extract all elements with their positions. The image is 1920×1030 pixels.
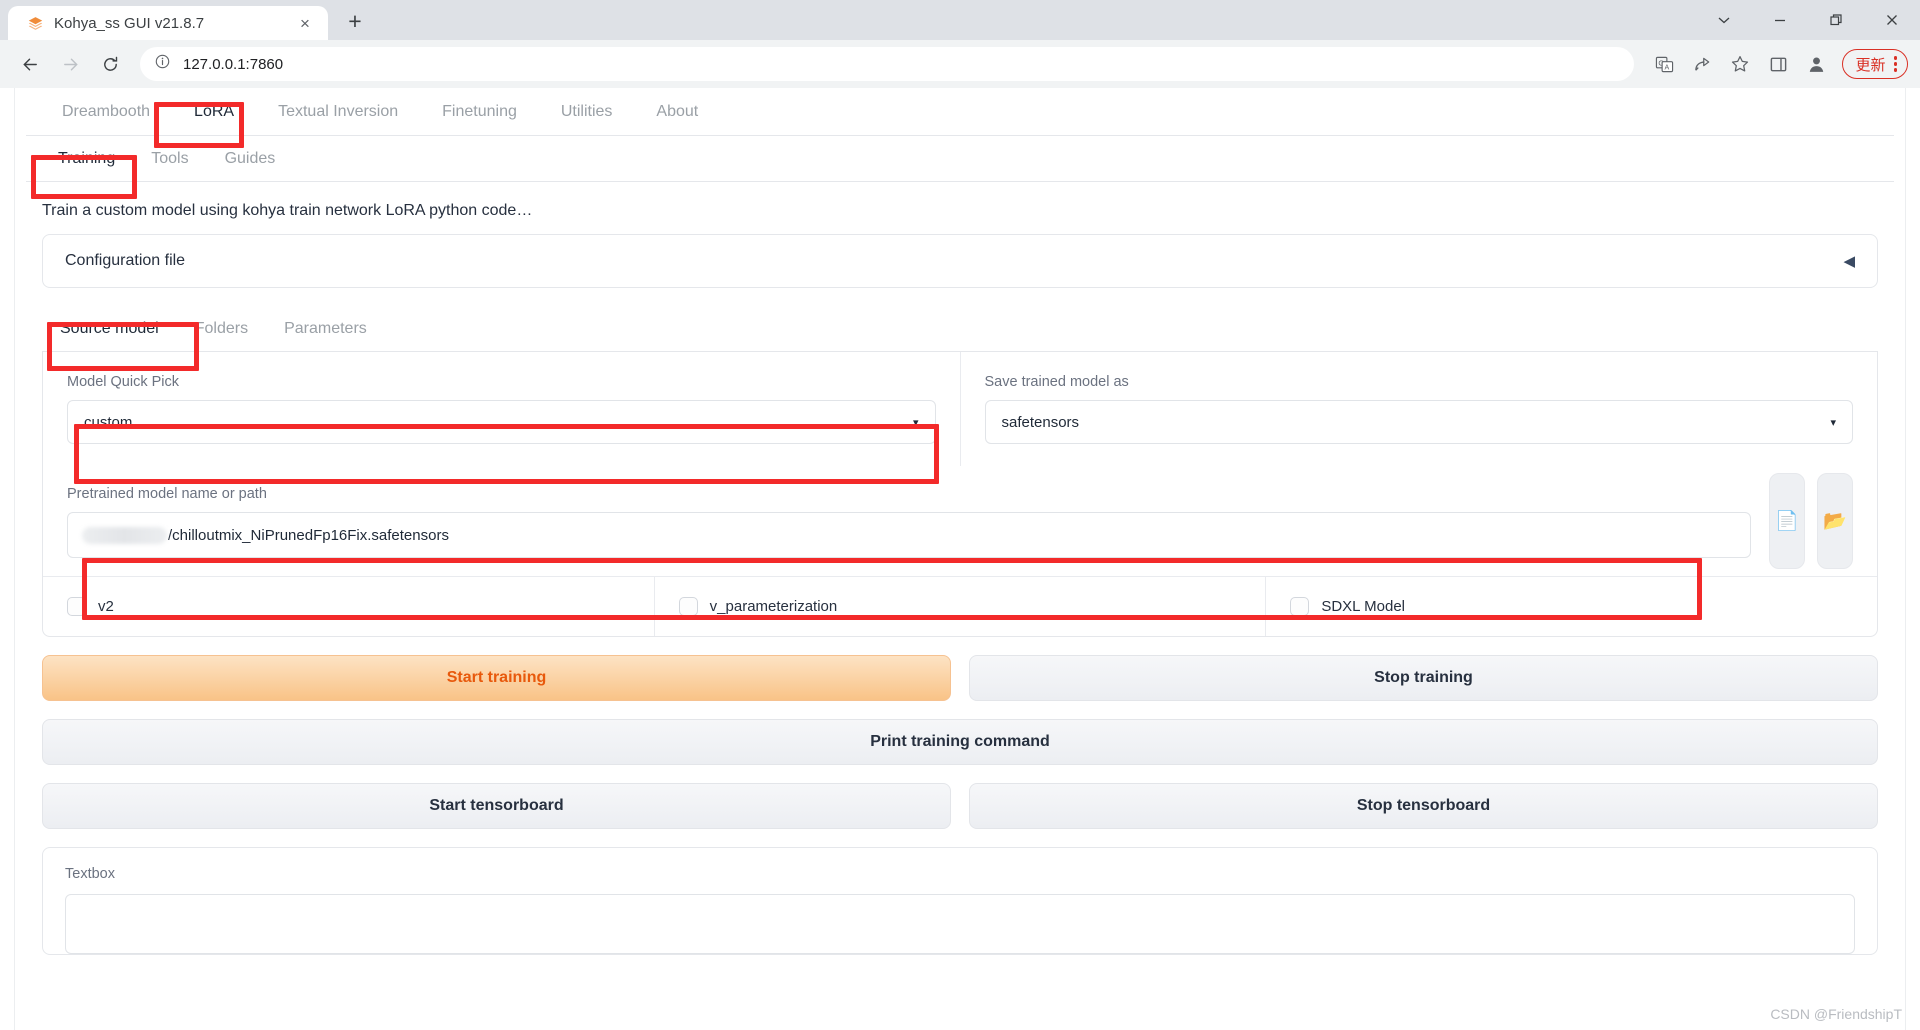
pretrained-model-group: Pretrained model name or path /chilloutm… — [67, 466, 1751, 576]
browser-tab[interactable]: Kohya_ss GUI v21.8.7 × — [8, 6, 328, 40]
checkbox-v2[interactable]: v2 — [43, 577, 654, 636]
forward-icon[interactable] — [52, 46, 88, 82]
source-model-card: Model Quick Pick custom ▾ Save trained m… — [42, 352, 1878, 637]
tab-training[interactable]: Training — [40, 136, 133, 182]
tab-parameters[interactable]: Parameters — [266, 306, 385, 352]
close-icon[interactable] — [1864, 0, 1920, 40]
tab-tools[interactable]: Tools — [133, 136, 206, 182]
textbox-input[interactable] — [65, 894, 1855, 954]
translate-icon[interactable]: G A — [1646, 46, 1682, 82]
checkbox-label: v2 — [98, 598, 114, 615]
browser-tabstrip: Kohya_ss GUI v21.8.7 × + — [0, 0, 1920, 40]
page-viewport: Dreambooth LoRA Textual Inversion Finetu… — [0, 88, 1920, 1030]
print-command-row: Print training command — [42, 719, 1878, 765]
tab-finetuning[interactable]: Finetuning — [420, 88, 539, 136]
checkbox-box[interactable] — [67, 597, 86, 616]
sub-tab-bar: Training Tools Guides — [26, 136, 1894, 182]
training-buttons-row: Start training Stop training — [42, 655, 1878, 701]
textbox-label: Textbox — [65, 866, 115, 882]
document-icon[interactable]: 📄 — [1769, 473, 1805, 569]
tab-textual-inversion[interactable]: Textual Inversion — [256, 88, 420, 136]
kebab-menu-icon[interactable] — [1893, 56, 1897, 72]
model-quick-pick-select[interactable]: custom ▾ — [67, 400, 936, 444]
pretrained-model-value: /chilloutmix_NiPrunedFp16Fix.safetensors — [168, 526, 449, 544]
page-rail-left — [14, 88, 15, 1030]
file-picker-buttons: 📄 📂 — [1751, 466, 1853, 576]
checkbox-label: SDXL Model — [1321, 598, 1405, 615]
checkbox-v-parameterization[interactable]: v_parameterization — [653, 577, 1266, 636]
profile-avatar-icon[interactable] — [1798, 46, 1834, 82]
tab-guides[interactable]: Guides — [207, 136, 294, 182]
accordion-label: Configuration file — [65, 252, 186, 269]
address-bar[interactable]: 127.0.0.1:7860 — [140, 47, 1635, 81]
chevron-down-icon[interactable]: ▾ — [913, 416, 919, 429]
back-icon[interactable] — [12, 46, 48, 82]
folder-icon[interactable]: 📂 — [1817, 473, 1853, 569]
checkbox-sdxl-model[interactable]: SDXL Model — [1265, 577, 1877, 636]
svg-text:A: A — [1664, 63, 1669, 71]
side-panel-icon[interactable] — [1760, 46, 1796, 82]
restore-icon[interactable] — [1808, 0, 1864, 40]
model-flags-row: v2 v_parameterization SDXL Model — [43, 576, 1877, 636]
model-selection-row: Model Quick Pick custom ▾ Save trained m… — [43, 352, 1877, 466]
checkbox-box[interactable] — [1290, 597, 1310, 616]
tab-title: Kohya_ss GUI v21.8.7 — [54, 14, 205, 32]
section-tab-bar: Source model Folders Parameters — [42, 306, 1878, 352]
new-tab-button[interactable]: + — [338, 4, 372, 38]
kohya-gui-page: Dreambooth LoRA Textual Inversion Finetu… — [0, 88, 1920, 955]
checkbox-label: v_parameterization — [709, 598, 838, 615]
configuration-file-accordion[interactable]: Configuration file ◀ — [42, 234, 1878, 288]
checkbox-box[interactable] — [678, 597, 698, 616]
start-training-button[interactable]: Start training — [42, 655, 951, 701]
url-text: 127.0.0.1:7860 — [183, 55, 284, 73]
tensorboard-buttons-row: Start tensorboard Stop tensorboard — [42, 783, 1878, 829]
watermark: CSDN @FriendshipT — [1770, 1006, 1902, 1022]
update-button[interactable]: 更新 — [1842, 49, 1908, 79]
window-controls — [1696, 0, 1920, 40]
start-tensorboard-button[interactable]: Start tensorboard — [42, 783, 951, 829]
tab-dreambooth[interactable]: Dreambooth — [40, 88, 172, 136]
save-trained-model-as-value: safetensors — [1001, 413, 1080, 431]
page-rail-right — [1905, 88, 1906, 1030]
tab-folders[interactable]: Folders — [177, 306, 266, 352]
page-description: Train a custom model using kohya train n… — [42, 202, 533, 219]
chevron-down-icon[interactable] — [1696, 0, 1752, 40]
layers-icon — [26, 14, 44, 32]
toolbar-actions: G A 更新 — [1646, 46, 1908, 82]
tab-lora[interactable]: LoRA — [172, 88, 256, 136]
tab-utilities[interactable]: Utilities — [539, 88, 635, 136]
model-quick-pick-value: custom — [84, 413, 133, 431]
stop-training-button[interactable]: Stop training — [969, 655, 1878, 701]
reload-icon[interactable] — [92, 46, 128, 82]
triangle-left-icon[interactable]: ◀ — [1843, 252, 1855, 270]
tab-source-model[interactable]: Source model — [42, 306, 177, 352]
tab-about[interactable]: About — [634, 88, 720, 136]
save-trained-model-as-group: Save trained model as safetensors ▾ — [961, 352, 1878, 466]
model-quick-pick-group: Model Quick Pick custom ▾ — [43, 352, 961, 466]
close-icon[interactable]: × — [294, 12, 316, 34]
save-trained-model-as-label: Save trained model as — [984, 374, 1129, 390]
redacted-path-prefix — [82, 526, 167, 544]
minimize-icon[interactable] — [1752, 0, 1808, 40]
pretrained-model-input[interactable]: /chilloutmix_NiPrunedFp16Fix.safetensors — [67, 512, 1751, 558]
browser-toolbar: 127.0.0.1:7860 G A 更新 — [0, 40, 1920, 88]
model-quick-pick-label: Model Quick Pick — [67, 374, 180, 390]
pretrained-model-row: Pretrained model name or path /chilloutm… — [43, 466, 1877, 576]
bookmark-star-icon[interactable] — [1722, 46, 1758, 82]
print-training-command-button[interactable]: Print training command — [42, 719, 1878, 765]
textbox-card: Textbox — [42, 847, 1878, 955]
share-icon[interactable] — [1684, 46, 1720, 82]
browser-window: Kohya_ss GUI v21.8.7 × + 127.0.0.1:7860 … — [0, 0, 1920, 1030]
stop-tensorboard-button[interactable]: Stop tensorboard — [969, 783, 1878, 829]
main-tab-bar: Dreambooth LoRA Textual Inversion Finetu… — [26, 88, 1894, 136]
info-circle-icon[interactable] — [154, 53, 171, 75]
save-trained-model-as-select[interactable]: safetensors ▾ — [984, 400, 1853, 444]
pretrained-model-label: Pretrained model name or path — [67, 486, 267, 502]
accordion-header[interactable]: Configuration file ◀ — [43, 235, 1877, 287]
update-label: 更新 — [1855, 56, 1886, 74]
chevron-down-icon[interactable]: ▾ — [1830, 416, 1836, 429]
